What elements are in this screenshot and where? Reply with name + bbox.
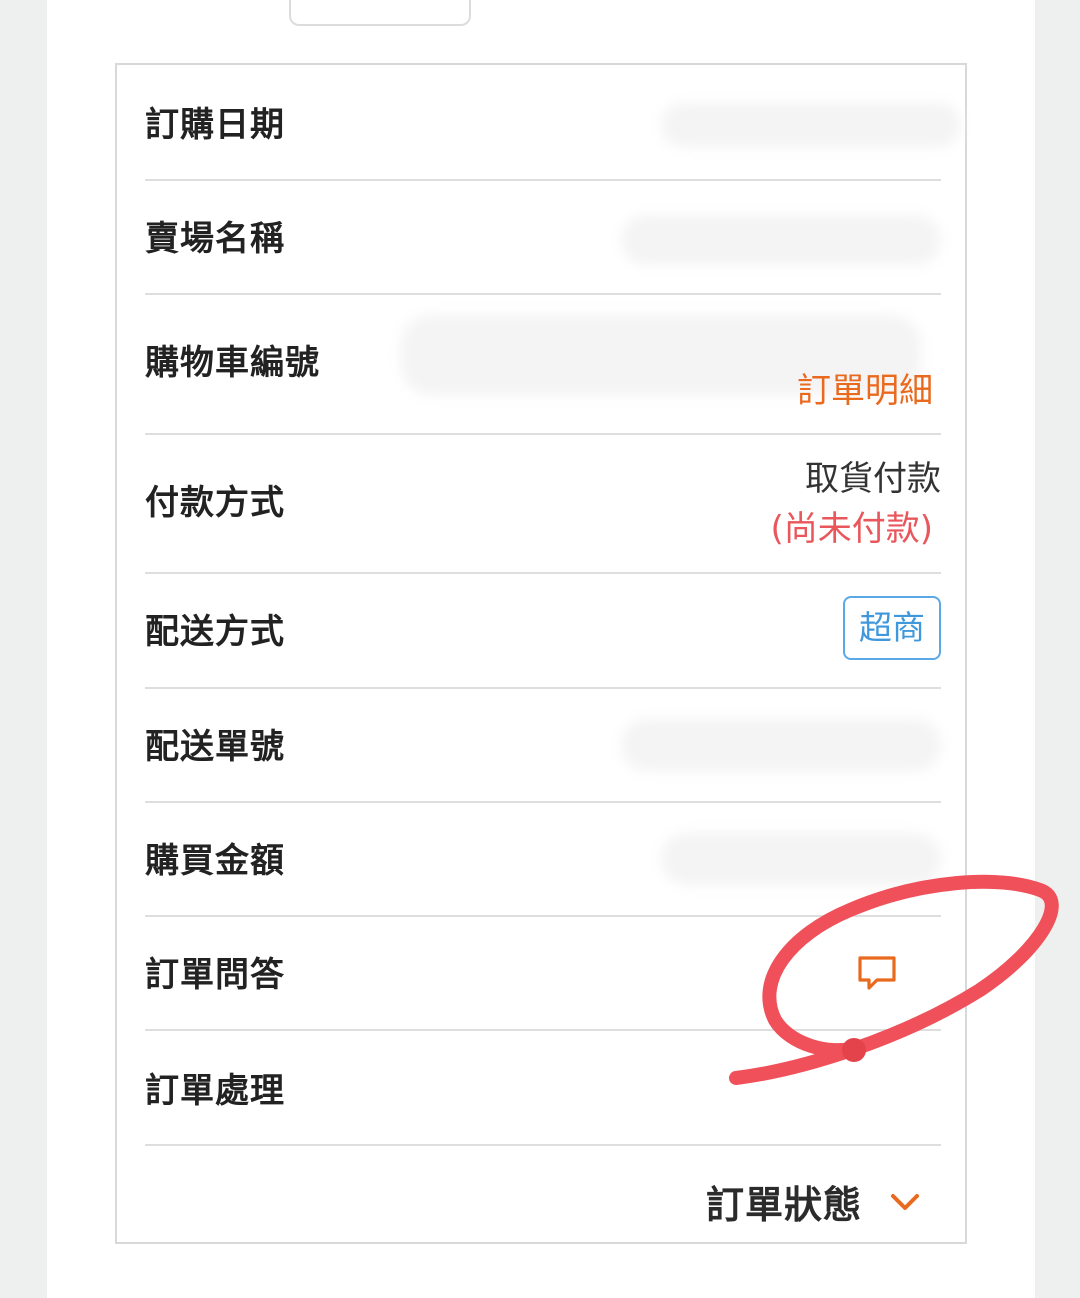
order-date-label: 訂購日期 [145,105,285,145]
row-order-date: 訂購日期 [145,65,961,181]
redacted-store-name-value [621,215,941,265]
payment-status-text: (尚未付款) [770,509,933,549]
payment-method-label: 付款方式 [145,483,285,523]
order-info-card: 訂購日期 賣場名稱 購物車編號 訂單明細 付款方式 取貨付款 (尚未付款) 配送… [115,63,967,1244]
row-payment-method: 付款方式 取貨付款 (尚未付款) [145,435,941,574]
redacted-shipping-number-value [621,719,941,771]
chat-icon [858,956,896,990]
purchase-amount-label: 購買金額 [145,841,285,881]
order-processing-label: 訂單處理 [145,1071,285,1111]
delivery-method-value-wrap: 超商 [843,596,941,660]
order-qa-chat-icon[interactable] [855,953,899,993]
chevron-down-icon [891,1193,919,1210]
order-status-toggle[interactable]: 訂單狀態 [706,1174,920,1229]
row-purchase-amount: 購買金額 [145,803,941,917]
redacted-order-date-value [661,103,961,147]
order-status-label: 訂單狀態 [705,1183,862,1227]
shipping-number-label: 配送單號 [145,727,285,767]
row-order-processing: 訂單處理 [145,1031,941,1146]
delivery-method-label: 配送方式 [145,612,285,652]
cart-number-label: 購物車編號 [145,343,320,383]
row-shipping-number: 配送單號 [145,689,941,803]
store-name-label: 賣場名稱 [145,219,285,259]
redacted-purchase-amount-value [661,833,941,885]
payment-method-value: 取貨付款 [805,459,941,499]
row-order-qa: 訂單問答 [145,917,941,1031]
top-tab-edge [289,0,471,26]
row-cart-number: 購物車編號 訂單明細 [145,295,941,435]
order-detail-link[interactable]: 訂單明細 [797,371,933,411]
row-delivery-method: 配送方式 超商 [145,574,941,689]
delivery-method-badge: 超商 [843,596,941,660]
order-qa-label: 訂單問答 [145,955,285,995]
row-store-name: 賣場名稱 [145,181,941,295]
